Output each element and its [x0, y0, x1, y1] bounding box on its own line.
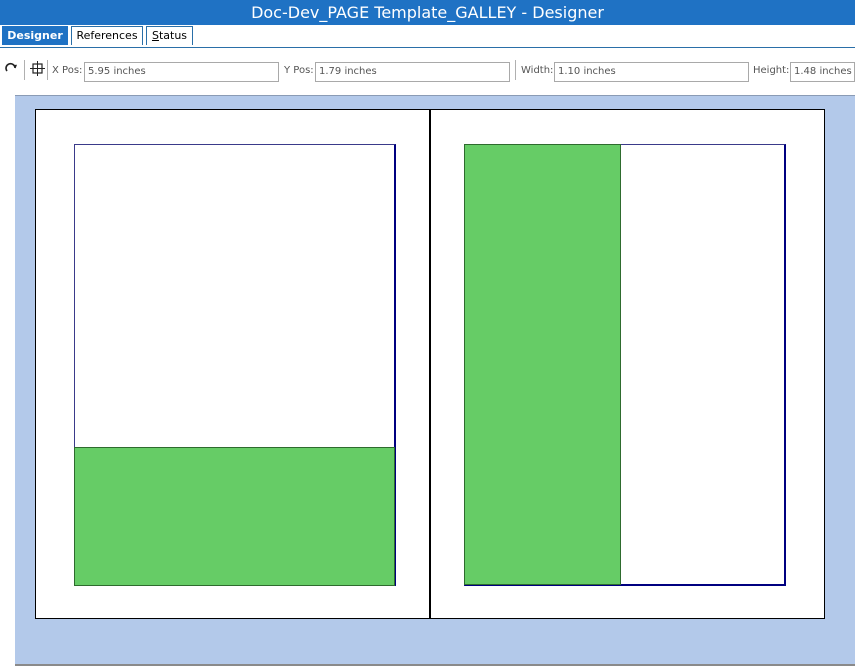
canvas-bottom-border: [15, 664, 855, 666]
tab-status-label: tatus: [158, 29, 188, 42]
tab-designer[interactable]: Designer: [2, 26, 68, 45]
x-pos-label: X Pos:: [52, 65, 83, 76]
width-label: Width:: [521, 65, 554, 76]
tab-references[interactable]: References: [71, 26, 143, 45]
spread-spine: [429, 110, 431, 618]
x-pos-input[interactable]: 5.95 inches: [84, 62, 279, 82]
toolbar-divider: [24, 60, 25, 80]
toolbar-divider: [47, 60, 48, 80]
redo-arrow-icon[interactable]: [3, 60, 19, 76]
left-page-content-block[interactable]: [74, 447, 395, 586]
tab-bar: Designer References Status: [0, 25, 855, 48]
y-pos-label: Y Pos:: [284, 65, 314, 76]
y-pos-input[interactable]: 1.79 inches: [315, 62, 510, 82]
right-page-content-block[interactable]: [464, 144, 621, 585]
height-input[interactable]: 1.48 inches: [790, 62, 855, 82]
height-label: Height:: [753, 65, 790, 76]
right-page-frame[interactable]: [464, 144, 786, 586]
position-toolbar: X Pos: 5.95 inches Y Pos: 1.79 inches Wi…: [0, 48, 855, 94]
page-spread: [35, 109, 825, 619]
window-title: Doc-Dev_PAGE Template_GALLEY - Designer: [0, 0, 855, 25]
design-canvas[interactable]: [15, 95, 855, 666]
tab-status[interactable]: Status: [146, 26, 193, 45]
left-page-frame[interactable]: [74, 144, 396, 586]
frame-select-icon[interactable]: [29, 60, 45, 76]
toolbar-divider: [515, 60, 516, 80]
width-input[interactable]: 1.10 inches: [554, 62, 749, 82]
tab-status-mnemonic: S: [151, 29, 159, 42]
